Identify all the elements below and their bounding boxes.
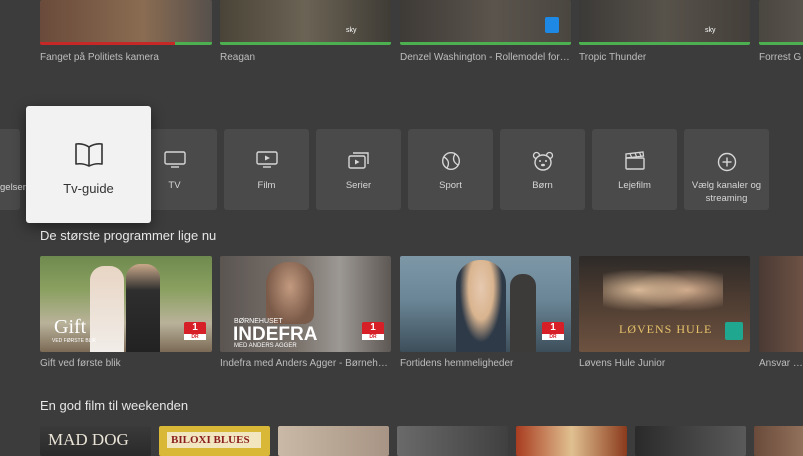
- category-label: Lejefilm: [618, 180, 651, 191]
- category-choose-channels[interactable]: Vælg kanaler og streaming: [684, 129, 769, 210]
- top-thumb-5[interactable]: [759, 0, 803, 45]
- play-screen-icon: [255, 151, 278, 168]
- overlay-title: BILOXI BLUES: [171, 434, 250, 446]
- dr1-badge: 1 DR: [542, 322, 564, 340]
- program-caption: Ansvar for: [759, 358, 803, 369]
- program-card-fortidens[interactable]: 1 DR: [400, 256, 571, 352]
- top-thumb-4[interactable]: sky: [579, 0, 750, 45]
- dr1-badge: 1 DR: [362, 322, 384, 340]
- category-label: Film: [257, 180, 276, 191]
- book-icon: [74, 143, 103, 167]
- overlay-subtitle: MED ANDERS AGGER: [234, 343, 297, 349]
- top-thumb-2[interactable]: sky: [220, 0, 391, 45]
- channel-logo: sky: [705, 27, 716, 34]
- category-tv-guide[interactable]: Tv-guide: [26, 106, 151, 223]
- category-born[interactable]: Børn: [500, 129, 585, 210]
- ramasjang-badge: [725, 322, 743, 340]
- program-caption: Løvens Hule Junior: [579, 358, 666, 369]
- program-caption: Fortidens hemmeligheder: [400, 358, 514, 369]
- bear-icon: [532, 151, 553, 171]
- tv-icon: [163, 151, 186, 168]
- category-partial[interactable]: gelser: [0, 129, 26, 210]
- section-heading-now: De største programmer lige nu: [40, 228, 217, 243]
- program-card-ansvar[interactable]: [759, 256, 803, 352]
- channel-logo: sky: [346, 27, 357, 34]
- series-icon: [347, 152, 369, 169]
- top-caption-3: Denzel Washington - Rollemodel for e...: [400, 52, 571, 63]
- top-caption-4: Tropic Thunder: [579, 52, 647, 63]
- clapper-icon: [624, 151, 645, 170]
- overlay-subtitle: VED FØRSTE BLIK: [52, 338, 97, 344]
- overlay-title: Gift: [54, 316, 87, 338]
- program-card-lovens-hule[interactable]: LØVENS HULE: [579, 256, 750, 352]
- category-label: Serier: [345, 180, 372, 191]
- dr1-badge: 1 DR: [184, 322, 206, 340]
- program-card-indefra[interactable]: BØRNEHUSET INDEFRA MED ANDERS AGGER 1 DR: [220, 256, 391, 352]
- category-partial-label: gelser: [0, 182, 26, 193]
- top-thumb-1[interactable]: [40, 0, 212, 45]
- channel-badge: [545, 17, 559, 33]
- category-film[interactable]: Film: [224, 129, 309, 210]
- overlay-title: LØVENS HULE: [619, 322, 713, 336]
- category-label: Vælg kanaler og streaming: [691, 180, 762, 204]
- overlay-title: MAD DOG: [48, 430, 129, 449]
- section-heading-weekend: En god film til weekenden: [40, 398, 189, 413]
- top-caption-1: Fanget på Politiets kamera: [40, 52, 159, 63]
- category-label: Børn: [532, 180, 553, 191]
- program-caption: Indefra med Anders Agger - Børnehus...: [220, 358, 391, 369]
- program-card-gift[interactable]: Gift VED FØRSTE BLIK 1 DR: [40, 256, 212, 352]
- category-lejefilm[interactable]: Lejefilm: [592, 129, 677, 210]
- category-label: Tv-guide: [63, 181, 114, 196]
- category-label: Sport: [439, 180, 462, 191]
- plus-icon: [717, 152, 736, 172]
- top-caption-5: Forrest G: [759, 52, 802, 63]
- top-caption-2: Reagan: [220, 52, 256, 63]
- program-caption: Gift ved første blik: [40, 358, 121, 369]
- category-sport[interactable]: Sport: [408, 129, 493, 210]
- category-serier[interactable]: Serier: [316, 129, 401, 210]
- ball-icon: [441, 151, 460, 171]
- top-thumb-3[interactable]: [400, 0, 571, 45]
